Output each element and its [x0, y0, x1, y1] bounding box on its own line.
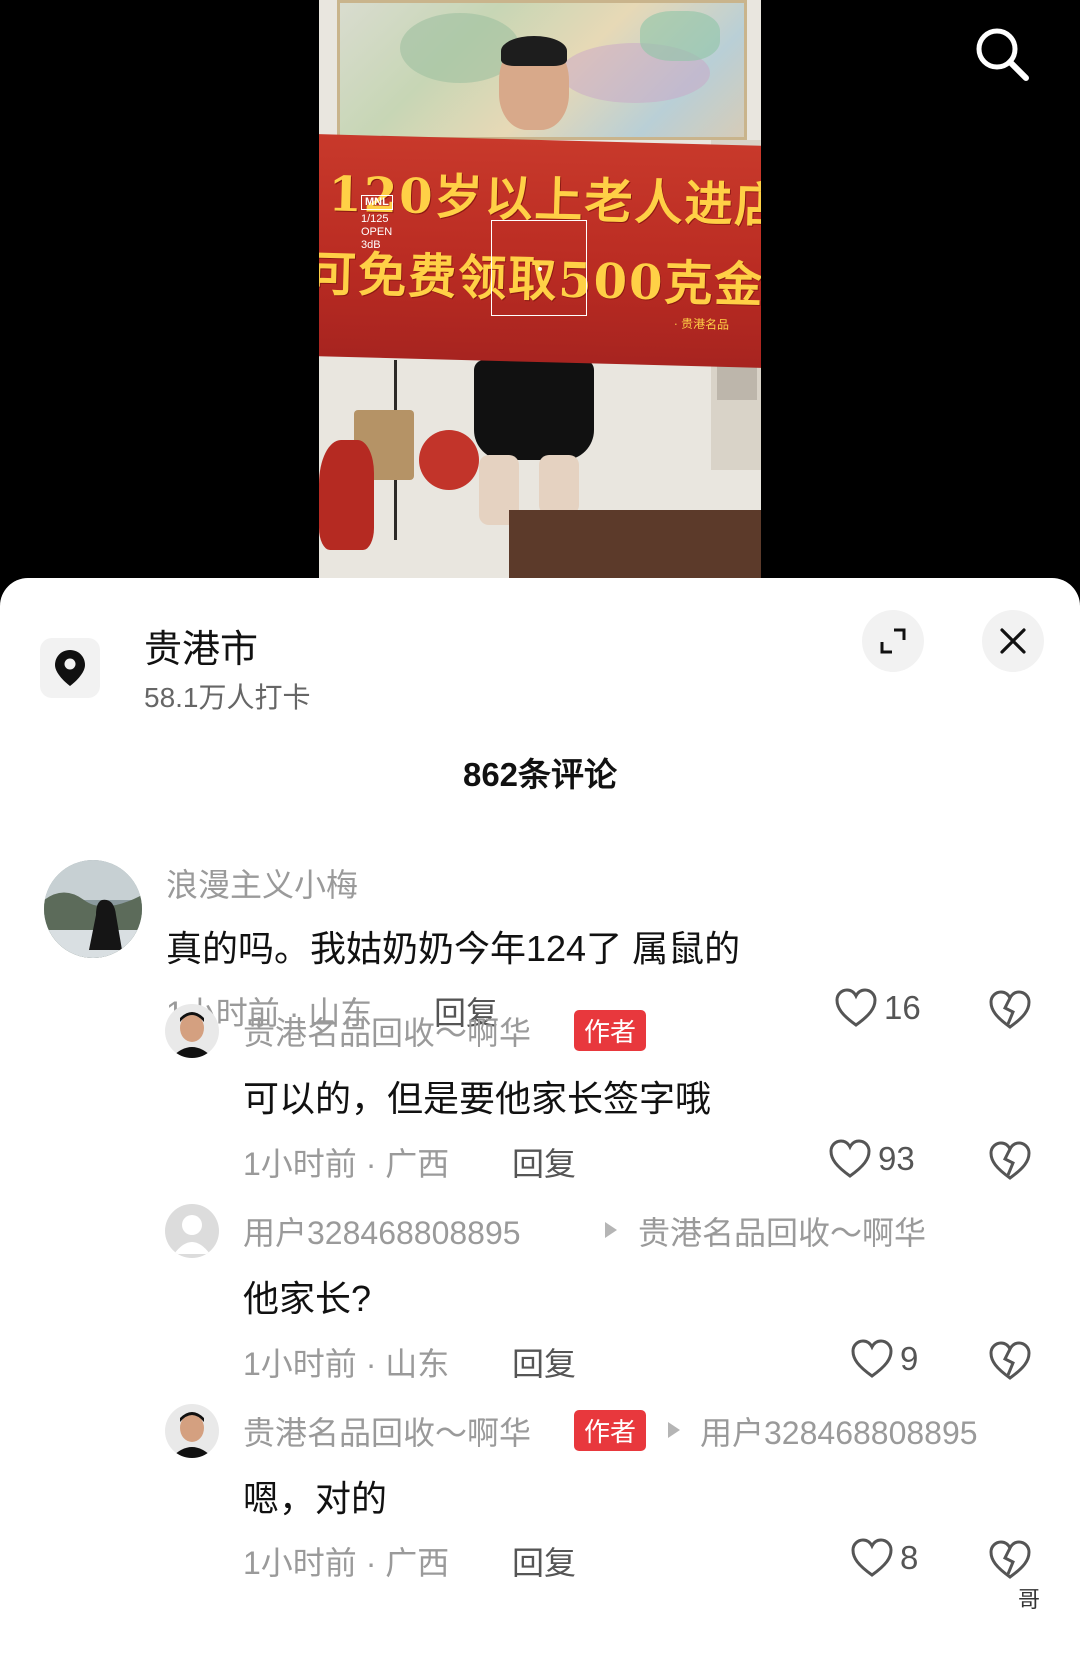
comment-text: 真的吗。我姑奶奶今年124了 属鼠的 — [166, 928, 741, 969]
broken-heart-icon[interactable] — [988, 1540, 1032, 1585]
avatar[interactable] — [165, 1204, 219, 1258]
reply-button[interactable]: 回复 — [512, 1139, 576, 1185]
camera-overlay: MNL 1/125 OPEN 3dB — [361, 195, 393, 252]
person-legs — [474, 360, 594, 460]
comment-username[interactable]: 贵港名品回收～啊华 — [243, 1408, 531, 1454]
comment-username[interactable]: 贵港名品回收～啊华 — [243, 1008, 531, 1054]
banner-small-text: · 贵港名品 — [673, 316, 730, 332]
video-player[interactable]: 120岁以上老人进店 可免费领取500克金条 · 贵港名品 MNL 1/125 … — [0, 0, 1080, 590]
avatar[interactable] — [165, 1404, 219, 1458]
comment-text: 可以的，但是要他家长签字哦 — [243, 1078, 712, 1119]
avatar[interactable] — [44, 860, 142, 958]
like-button[interactable]: 16 — [834, 988, 921, 1028]
broken-heart-icon[interactable] — [988, 1141, 1032, 1186]
camera-aperture: OPEN — [361, 226, 393, 238]
avatar[interactable] — [165, 1004, 219, 1058]
camera-shutter: 1/125 — [361, 213, 389, 225]
location-title[interactable]: 贵港市 — [144, 618, 258, 673]
comment-username[interactable]: 用户328468808895 — [243, 1208, 521, 1254]
broken-heart-icon[interactable] — [988, 1341, 1032, 1386]
reply-button[interactable]: 回复 — [512, 1538, 576, 1584]
red-bag — [419, 430, 479, 490]
comment-text: 嗯，对的 — [243, 1478, 388, 1519]
reply-to-username[interactable]: 贵港名品回收～啊华 — [638, 1208, 926, 1254]
camera-focus-box — [491, 220, 587, 316]
search-icon[interactable] — [972, 24, 1032, 84]
comment-meta: 1小时前 · 广西 — [243, 1146, 450, 1182]
watermark: 哥 — [1018, 1587, 1041, 1612]
red-bag — [319, 440, 374, 550]
comment-username[interactable]: 浪漫主义小梅 — [166, 860, 358, 906]
comment-meta: 1小时前 · 山东 — [243, 1346, 450, 1382]
author-badge: 作者 — [574, 1010, 647, 1051]
like-count: 9 — [900, 1340, 919, 1377]
location-pin-icon[interactable] — [40, 638, 100, 698]
like-count: 16 — [884, 989, 921, 1026]
comments-count: 862条评论 — [462, 756, 618, 793]
reply-to-arrow-icon — [668, 1422, 680, 1438]
like-button[interactable]: 8 — [850, 1538, 918, 1578]
reply-button[interactable]: 回复 — [512, 1339, 576, 1385]
heart-icon — [851, 1538, 893, 1577]
person-hair — [501, 36, 567, 66]
video-frame: 120岁以上老人进店 可免费领取500克金条 · 贵港名品 MNL 1/125 … — [319, 0, 761, 590]
like-button[interactable]: 9 — [850, 1339, 918, 1379]
close-icon[interactable] — [982, 610, 1044, 672]
heart-icon — [835, 988, 877, 1027]
heart-icon — [851, 1339, 893, 1378]
heart-icon — [829, 1139, 871, 1178]
reply-to-arrow-icon — [605, 1222, 617, 1238]
camera-mode-badge: MNL — [361, 195, 393, 210]
expand-icon[interactable] — [862, 610, 924, 672]
like-button[interactable]: 93 — [828, 1139, 915, 1179]
person-calf — [539, 455, 579, 515]
comments-sheet: 贵港市 58.1万人打卡 862条评论 浪漫主义小梅 真的吗。我姑奶奶今年124… — [0, 578, 1080, 1662]
location-checkins: 58.1万人打卡 — [144, 682, 311, 713]
reply-to-username[interactable]: 用户328468808895 — [700, 1408, 978, 1454]
broken-heart-icon[interactable] — [988, 990, 1032, 1035]
like-count: 93 — [878, 1140, 915, 1177]
like-count: 8 — [900, 1539, 919, 1576]
author-badge: 作者 — [574, 1410, 647, 1451]
comment-text: 他家长? — [243, 1278, 372, 1319]
camera-gain: 3dB — [361, 239, 381, 251]
comment-meta: 1小时前 · 广西 — [243, 1545, 450, 1581]
